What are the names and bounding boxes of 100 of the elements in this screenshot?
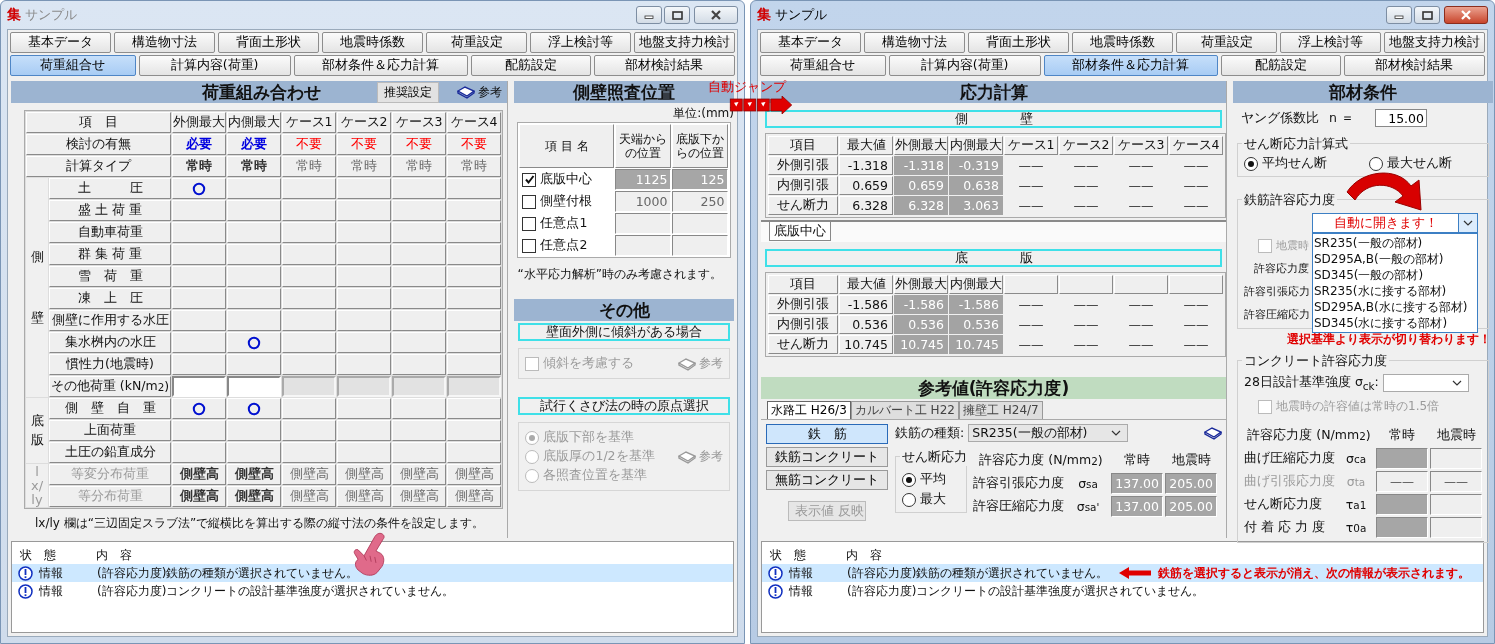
tab[interactable]: 荷重設定 xyxy=(426,32,527,53)
message-row[interactable]: 情報 (許容応力度)コンクリートの設計基準強度が選択されていません。 xyxy=(12,582,733,600)
section-header: 参考値(許容応力度) xyxy=(761,377,1226,399)
radio-label: 平均 xyxy=(920,471,946,488)
dropdown-option[interactable]: SD295A,B(水に接する部材) xyxy=(1313,299,1477,315)
table-cell-text: —— xyxy=(1017,177,1045,195)
tab[interactable]: 底版中心 xyxy=(769,222,831,241)
row-header: 検討の有無 xyxy=(26,134,171,155)
table-cell: 側壁高 xyxy=(172,464,226,485)
tab[interactable]: 荷重設定 xyxy=(1176,32,1277,53)
app-logo: 集 xyxy=(7,6,21,24)
category-button[interactable]: 鉄筋コンクリート xyxy=(766,447,888,467)
annotation-text: 自動ジャンプ xyxy=(708,78,786,96)
tab[interactable]: 構造物寸法 xyxy=(114,32,215,53)
tab[interactable]: 地震時係数 xyxy=(1072,32,1173,53)
window-title: サンプル xyxy=(25,6,78,24)
column-header: 底版下からの位置 xyxy=(672,124,729,168)
tab[interactable]: 水路工 H26/3 xyxy=(767,401,851,419)
column-header: 状 態 xyxy=(770,546,807,564)
recommend-button[interactable]: 推奨設定 xyxy=(377,81,439,103)
tab[interactable]: 部材検討結果 xyxy=(1343,55,1485,76)
tab[interactable]: カルバート工 H22 xyxy=(850,401,959,419)
tab[interactable]: 地盤支持力検討 xyxy=(1384,32,1485,53)
dropdown-option[interactable]: SR235(一般の部材) xyxy=(1313,235,1477,251)
tab[interactable]: 基本データ xyxy=(760,32,861,53)
table-cell: 10.745 xyxy=(949,335,1003,354)
table-cell: 不要 xyxy=(392,134,446,155)
column-header: 内側最大 xyxy=(949,275,1003,294)
column-header: ケース1 xyxy=(282,112,336,133)
reference-link[interactable]: 参考 xyxy=(457,83,502,101)
tab[interactable]: 地震時係数 xyxy=(322,32,423,53)
table-cell: -1.586 xyxy=(949,295,1003,314)
subsection-header: 試行くさび法の時の原点選択 xyxy=(518,397,730,415)
table-cell: 常時 xyxy=(282,156,336,177)
tab[interactable]: 計算内容(荷重) xyxy=(888,55,1041,76)
tab[interactable]: 部材条件＆応力計算 xyxy=(1043,55,1218,76)
column-header: 外側最大 xyxy=(894,136,948,155)
row-header: 盛 土 荷 重 xyxy=(49,200,171,221)
tab[interactable]: 背面土形状 xyxy=(218,32,319,53)
column-header: 地震時 xyxy=(1170,451,1212,469)
value-field: 1000 xyxy=(615,191,672,212)
tab[interactable]: 配筋設定 xyxy=(470,55,591,76)
dropdown-option[interactable]: SD295A,B(一般の部材) xyxy=(1313,251,1477,267)
message-row[interactable]: 情報 (許容応力度)鉄筋の種類が選択されていません。 鉄筋を選択すると表示が消え、次の情報が表示されます。 xyxy=(762,564,1483,582)
table-cell: 側壁高 xyxy=(392,464,446,485)
dropdown-option[interactable]: SR235(水に接する部材) xyxy=(1313,283,1477,299)
table-cell-text: —— xyxy=(1182,157,1210,175)
tab[interactable]: 浮上検討等 xyxy=(1280,32,1381,53)
row-header: せん断力 xyxy=(768,196,838,215)
tab[interactable]: 構造物寸法 xyxy=(864,32,965,53)
category-button[interactable]: 鉄 筋 xyxy=(766,424,888,444)
message-text: (許容応力度)鉄筋の種類が選択されていません。 xyxy=(97,564,359,582)
row-header: 側壁に作用する水圧 xyxy=(49,310,171,331)
dropdown-option[interactable]: SD345(水に接する部材) xyxy=(1313,315,1477,331)
status-text: 情報 xyxy=(789,582,814,600)
symbol-text: n ＝ xyxy=(1329,109,1355,127)
group-title: せん断応力 xyxy=(900,449,969,466)
app-logo: 集 xyxy=(757,6,771,24)
table-cell-text: —— xyxy=(1182,316,1210,334)
tab[interactable]: 計算内容(荷重) xyxy=(138,55,291,76)
category-button[interactable]: 無筋コンクリート xyxy=(766,470,888,490)
tab[interactable]: 擁壁工 H24/7 xyxy=(958,401,1043,419)
annotation-text: 選択基準より表示が切り替わります！ xyxy=(1286,331,1491,348)
table-cell: 側壁高 xyxy=(392,486,446,507)
column-header: 天端からの位置 xyxy=(615,124,672,168)
table-cell-text: —— xyxy=(1127,197,1155,215)
table-cell-text: —— xyxy=(1017,296,1045,314)
row-header: 許容圧縮応力度 xyxy=(973,497,1065,515)
number-field[interactable]: 15.00 xyxy=(1375,109,1427,127)
column-header: 常時 xyxy=(1388,426,1416,444)
tab[interactable]: 基本データ xyxy=(10,32,111,53)
table-cell: 側壁高 xyxy=(227,486,281,507)
table-cell-text: —— xyxy=(1182,177,1210,195)
value-field: 1125 xyxy=(615,169,672,190)
checkbox-label: 地震時の許容値は常時の1.5倍 xyxy=(1276,398,1440,415)
column-header: 内 容 xyxy=(846,546,882,564)
tab[interactable]: 配筋設定 xyxy=(1220,55,1341,76)
column-header: ケース4 xyxy=(1169,136,1223,155)
tab[interactable]: 荷重組合せ xyxy=(760,55,886,76)
tab[interactable]: 部材条件＆応力計算 xyxy=(293,55,468,76)
column-header: ケース1 xyxy=(1004,136,1058,155)
tab[interactable]: 部材検討結果 xyxy=(593,55,735,76)
checkbox-label: 側壁付根 xyxy=(540,193,593,210)
row-header: 自動車荷重 xyxy=(49,222,171,243)
table-cell: 側壁高 xyxy=(282,464,336,485)
column-header: 地震時 xyxy=(1435,426,1477,444)
table-cell: 常時 xyxy=(392,156,446,177)
table-cell: 常時 xyxy=(172,156,226,177)
dropdown[interactable]: 自動に開きます！ xyxy=(1312,213,1478,233)
row-header: 許容引張応力度 xyxy=(973,474,1065,492)
tab[interactable]: 背面土形状 xyxy=(968,32,1069,53)
dropdown-option[interactable]: SD345(一般の部材) xyxy=(1313,267,1477,283)
table-cell: -1.586 xyxy=(894,295,948,314)
section-title: 応力計算 xyxy=(959,80,1028,104)
dropdown[interactable]: SR235(一般の部材) xyxy=(968,424,1129,442)
tab[interactable]: 荷重組合せ xyxy=(10,55,136,76)
message-row[interactable]: 情報 (許容応力度)鉄筋の種類が選択されていません。 xyxy=(12,564,733,582)
message-row[interactable]: 情報 (許容応力度)コンクリートの設計基準強度が選択されていません。 xyxy=(762,582,1483,600)
tab[interactable]: 地盤支持力検討 xyxy=(634,32,735,53)
tab[interactable]: 浮上検討等 xyxy=(530,32,631,53)
